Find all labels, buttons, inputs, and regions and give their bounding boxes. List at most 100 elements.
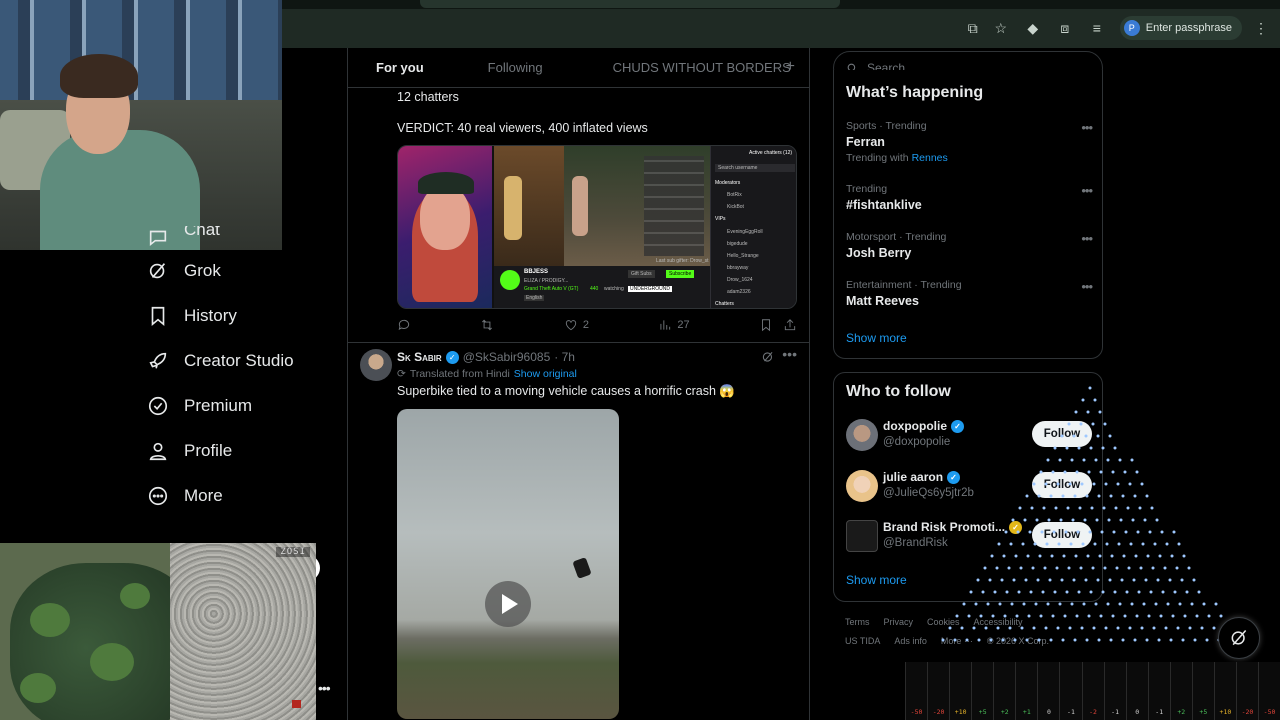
more-icon[interactable]: ••• <box>1081 231 1093 246</box>
post[interactable]: Sk Sabir ✓ @SkSabir96085 · 7h ••• ⟳ Tran… <box>348 343 809 719</box>
trend-item[interactable]: Motorsport · Trending Josh Berry ••• <box>846 231 1093 260</box>
footer-link[interactable]: US TIDA <box>845 636 880 646</box>
footer-link[interactable]: Privacy <box>884 617 914 627</box>
pattern-dot <box>1131 518 1135 522</box>
footer-link[interactable]: Accessibility <box>974 617 1023 627</box>
more-icon[interactable]: ••• <box>1081 120 1093 135</box>
author-handle[interactable]: @SkSabir96085 <box>463 350 551 364</box>
like-button[interactable]: 2 <box>564 318 589 332</box>
account-more-icon[interactable]: ••• <box>318 680 331 696</box>
pattern-dot <box>1087 614 1091 618</box>
post-video[interactable] <box>397 409 619 719</box>
footer-link[interactable]: Ads info <box>894 636 927 646</box>
pattern-dot <box>1144 578 1148 582</box>
views-button[interactable]: 27 <box>658 318 690 332</box>
bookmark-icon[interactable] <box>759 318 773 332</box>
avatar[interactable] <box>360 349 392 381</box>
star-icon[interactable]: ☆ <box>992 19 1010 37</box>
post-time[interactable]: · 7h <box>554 350 575 364</box>
nav-item-more[interactable]: More <box>146 473 294 518</box>
grok-icon[interactable] <box>761 350 775 369</box>
pattern-dot <box>1063 614 1067 618</box>
pattern-dot <box>1202 602 1206 606</box>
trend-item[interactable]: Entertainment · Trending Matt Reeves ••• <box>846 279 1093 308</box>
post-media-image[interactable]: BBJESS ELIZA / PRODIGY... Grand Theft Au… <box>397 145 797 309</box>
follow-button[interactable]: Follow <box>1032 472 1092 498</box>
follow-suggestion[interactable]: julie aaron ✓ @JulieQs6y5jtr2b Follow <box>846 470 1092 506</box>
pattern-dot <box>1177 542 1181 546</box>
pattern-dot <box>1132 578 1136 582</box>
pattern-dot <box>1139 566 1143 570</box>
repost-button[interactable] <box>480 318 494 332</box>
share-icon[interactable] <box>783 318 797 332</box>
meter-label: -50 <box>910 708 923 716</box>
passphrase-button[interactable]: P Enter passphrase <box>1119 16 1242 40</box>
pattern-dot <box>1104 626 1108 630</box>
nav-item-chat[interactable]: Chat <box>146 226 294 248</box>
kebab-menu-icon[interactable]: ⋮ <box>1252 19 1270 37</box>
pattern-dot <box>1051 614 1055 618</box>
show-more-link[interactable]: Show more <box>846 573 907 587</box>
footer-links: US TIDA Ads info More ··· © 2026 X Corp. <box>845 636 1049 646</box>
nav-item-grok[interactable]: Grok <box>146 248 294 293</box>
media-moderators-heading: Moderators <box>715 180 741 186</box>
show-original-link[interactable]: Show original <box>514 368 577 380</box>
pattern-dot <box>1114 506 1118 510</box>
more-circle-icon <box>146 484 170 508</box>
pattern-dot <box>1106 602 1110 606</box>
install-icon[interactable]: ⧉ <box>964 19 982 37</box>
more-icon[interactable]: ••• <box>1081 183 1093 198</box>
nav-item-creator-studio[interactable]: Creator Studio <box>146 338 294 383</box>
follow-button[interactable]: Follow <box>1032 522 1092 548</box>
more-icon[interactable]: ••• <box>782 346 797 362</box>
puzzle-icon[interactable]: ⧈ <box>1056 19 1074 37</box>
follow-suggestion[interactable]: Brand Risk Promoti... ✓ @BrandRisk Follow <box>846 520 1092 556</box>
add-tab-icon[interactable]: + <box>786 58 795 76</box>
trend-with-link[interactable]: Rennes <box>912 152 948 164</box>
extension-shield-icon[interactable]: ◆ <box>1020 19 1046 37</box>
pattern-dot <box>1170 554 1174 558</box>
show-more-link[interactable]: Show more <box>846 331 907 345</box>
tab-label: For you <box>376 60 424 75</box>
avatar[interactable] <box>846 419 878 451</box>
pattern-dot <box>1180 578 1184 582</box>
pattern-dot <box>1097 638 1101 642</box>
nav-item-premium[interactable]: Premium <box>146 383 294 428</box>
pattern-dot <box>1119 518 1123 522</box>
footer-link[interactable]: Cookies <box>927 617 960 627</box>
footer-link[interactable]: Terms <box>845 617 870 627</box>
browser-active-tab[interactable] <box>420 0 840 8</box>
pattern-dot <box>1105 542 1109 546</box>
play-button[interactable] <box>485 581 531 627</box>
follow-button[interactable]: Follow <box>1032 421 1092 447</box>
tab-label: Following <box>487 60 543 75</box>
nav-label: More <box>184 485 223 505</box>
tab-chuds-without-borders[interactable]: CHUDS WITHOUT BORDERS <box>557 48 805 88</box>
pattern-dot <box>1181 638 1185 642</box>
avatar[interactable] <box>846 520 878 552</box>
grok-float-button[interactable] <box>1218 617 1260 659</box>
media-subscribe: Subscribe <box>666 270 695 278</box>
trend-item[interactable]: Trending #fishtanklive ••• <box>846 183 1093 212</box>
footer-link[interactable]: © 2026 X Corp. <box>987 636 1049 646</box>
pattern-dot <box>1192 578 1196 582</box>
nav-item-history[interactable]: History <box>146 293 294 338</box>
reading-list-icon[interactable]: ≡ <box>1084 19 1110 37</box>
suggestion-handle: @JulieQs6y5jtr2b <box>883 487 974 499</box>
footer-link[interactable]: More ··· <box>941 636 973 646</box>
meter-cell: 0 <box>1037 662 1059 720</box>
more-icon[interactable]: ••• <box>1081 279 1093 294</box>
pattern-dot <box>1122 554 1126 558</box>
tab-for-you[interactable]: For you <box>348 48 438 88</box>
author-name[interactable]: Sk Sabir <box>397 350 442 364</box>
post[interactable]: 12 chatters VERDICT: 40 real viewers, 40… <box>348 88 809 343</box>
follow-suggestion[interactable]: doxpopolie ✓ @doxpopolie Follow <box>846 419 1092 455</box>
nav-item-profile[interactable]: Profile <box>146 428 294 473</box>
tab-following[interactable]: Following <box>438 48 557 88</box>
reply-button[interactable] <box>397 318 411 332</box>
pattern-dot <box>1168 578 1172 582</box>
meter-label: -20 <box>932 708 945 716</box>
meter-label: +10 <box>1219 708 1232 716</box>
trend-item[interactable]: Sports · Trending Ferran Trending with R… <box>846 120 1093 164</box>
avatar[interactable] <box>846 470 878 502</box>
